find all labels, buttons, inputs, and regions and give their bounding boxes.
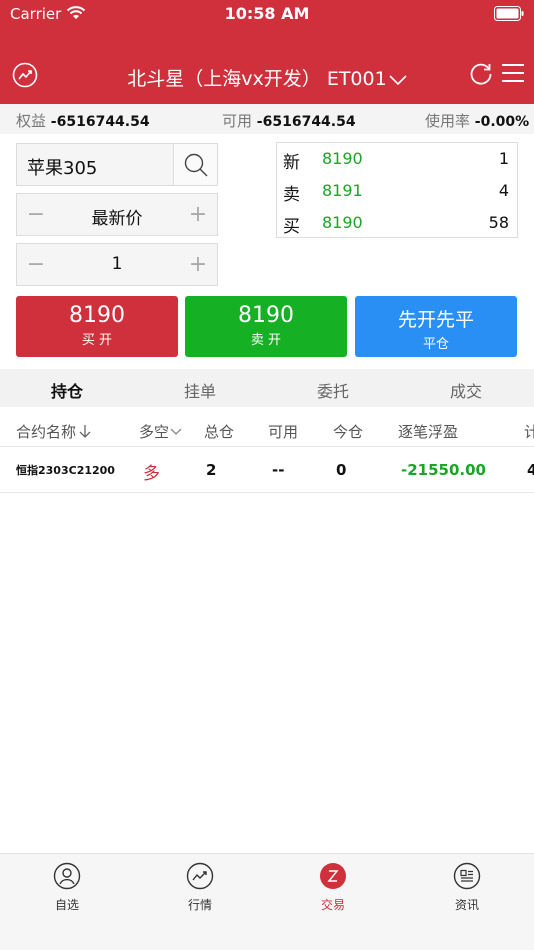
quote-price: 8190 xyxy=(322,213,363,232)
cell-total: 2 xyxy=(206,461,217,479)
tab-orders[interactable]: 委托 xyxy=(283,378,383,402)
position-tabs: 持仓 挂单 委托 成交 xyxy=(0,369,534,407)
cell-extra: 4 xyxy=(527,461,534,479)
user-icon xyxy=(53,862,81,890)
news-icon xyxy=(453,862,481,890)
header-side-label: 多空 xyxy=(139,423,170,441)
price-mode-value[interactable]: 最新价 xyxy=(57,204,177,229)
quote-label: 新 xyxy=(283,153,300,173)
sell-price: 8190 xyxy=(238,303,294,328)
buy-label: 买 开 xyxy=(81,333,113,348)
trend-icon xyxy=(186,862,214,890)
bottom-tab-bar: 自选 行情 交易 资讯 xyxy=(0,853,534,950)
chevron-down-icon xyxy=(389,74,407,85)
nav-item-market[interactable]: 行情 xyxy=(160,862,240,913)
quote-volume: 58 xyxy=(488,213,509,232)
cell-today: 0 xyxy=(336,461,347,479)
quote-price: 8191 xyxy=(322,181,363,200)
equity-summary: 权益 -6516744.54 xyxy=(16,110,150,131)
quantity-decrease-button[interactable]: − xyxy=(21,252,51,277)
table-row[interactable]: 恒指2303C21200 多 2 -- 0 -21550.00 4 xyxy=(0,447,534,493)
quote-price: 8190 xyxy=(322,149,363,168)
quote-volume: 4 xyxy=(498,181,509,200)
quantity-stepper: − 1 + xyxy=(16,243,218,286)
price-stepper: − 最新价 + xyxy=(16,193,218,236)
nav-item-trade[interactable]: 交易 xyxy=(293,862,373,913)
clock: 10:58 AM xyxy=(224,4,310,23)
quantity-increase-button[interactable]: + xyxy=(183,252,213,277)
account-summary-bar: 权益 -6516744.54 可用 -6516744.54 使用率 -0.00% xyxy=(0,104,534,134)
usage-summary: 使用率 -0.00% xyxy=(425,110,529,131)
quote-row-bid: 买 8190 58 xyxy=(277,207,517,239)
search-button[interactable] xyxy=(173,144,217,185)
sell-label: 卖 开 xyxy=(250,333,282,348)
nav-item-news[interactable]: 资讯 xyxy=(427,862,507,913)
cell-available: -- xyxy=(272,461,285,479)
quantity-value[interactable]: 1 xyxy=(57,254,177,274)
available-value: -6516744.54 xyxy=(256,114,356,130)
quote-row-ask: 卖 8191 4 xyxy=(277,175,517,207)
account-selector[interactable]: 北斗星（上海vx开发） ET001 xyxy=(90,64,444,91)
tab-trades[interactable]: 成交 xyxy=(416,378,516,402)
usage-value: -0.00% xyxy=(474,114,530,130)
header-contract[interactable]: 合约名称 xyxy=(16,421,92,442)
buy-open-button[interactable]: 8190 买 开 xyxy=(16,296,178,357)
header-today: 今仓 xyxy=(333,423,364,441)
menu-icon[interactable] xyxy=(502,63,524,83)
tab-pending-orders[interactable]: 挂单 xyxy=(150,378,250,402)
header-total: 总仓 xyxy=(204,423,235,441)
quote-volume: 1 xyxy=(498,149,509,168)
nav-label: 资讯 xyxy=(454,898,479,912)
equity-value: -6516744.54 xyxy=(50,114,150,130)
available-label: 可用 xyxy=(222,112,253,130)
symbol-input[interactable]: 苹果305 xyxy=(16,143,218,186)
sell-open-button[interactable]: 8190 卖 开 xyxy=(185,296,347,357)
nav-title-text: 北斗星（上海vx开发） ET001 xyxy=(127,68,387,90)
header-available: 可用 xyxy=(268,423,299,441)
trade-icon xyxy=(320,863,346,889)
cell-pnl: -21550.00 xyxy=(401,461,486,479)
quote-label: 买 xyxy=(283,217,300,237)
nav-item-watchlist[interactable]: 自选 xyxy=(27,862,107,913)
equity-label: 权益 xyxy=(16,112,47,130)
chevron-down-icon xyxy=(170,428,182,435)
header-side[interactable]: 多空 xyxy=(139,421,182,442)
available-summary: 可用 -6516744.54 xyxy=(222,110,356,131)
close-label: 平仓 xyxy=(422,337,449,352)
nav-label: 自选 xyxy=(54,898,79,912)
positions-table-header: 合约名称 多空 总仓 可用 今仓 逐笔浮盈 计 xyxy=(0,411,534,447)
app-header: Carrier 10:58 AM 北斗星（上海vx开发） ET001 xyxy=(0,0,534,104)
nav-label: 行情 xyxy=(187,898,212,912)
price-decrease-button[interactable]: − xyxy=(21,202,51,227)
quote-row-last: 新 8190 1 xyxy=(277,143,517,175)
status-bar: Carrier 10:58 AM xyxy=(0,0,534,28)
tab-positions[interactable]: 持仓 xyxy=(17,378,117,402)
search-icon xyxy=(184,153,208,177)
trend-chart-icon[interactable] xyxy=(12,62,38,88)
buy-price: 8190 xyxy=(69,303,125,328)
arrow-down-icon xyxy=(79,425,91,438)
symbol-value: 苹果305 xyxy=(27,158,98,179)
close-position-button[interactable]: 先开先平 平仓 xyxy=(355,296,517,357)
close-title: 先开先平 xyxy=(397,309,474,331)
nav-label: 交易 xyxy=(320,898,345,912)
header-extra: 计 xyxy=(524,423,534,441)
cell-contract: 恒指2303C21200 xyxy=(16,464,115,477)
quote-label: 卖 xyxy=(283,185,300,205)
refresh-icon[interactable] xyxy=(468,61,494,87)
usage-label: 使用率 xyxy=(425,112,471,130)
price-increase-button[interactable]: + xyxy=(183,202,213,227)
header-pnl: 逐笔浮盈 xyxy=(398,423,459,441)
header-contract-label: 合约名称 xyxy=(16,423,77,441)
battery-icon xyxy=(494,6,524,21)
cell-side: 多 xyxy=(143,464,160,484)
quote-panel: 新 8190 1 卖 8191 4 买 8190 58 xyxy=(276,142,518,238)
